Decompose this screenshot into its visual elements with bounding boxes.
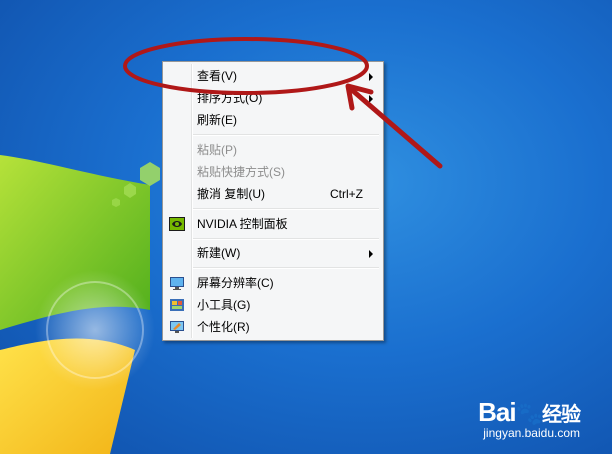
personalize-icon [170,321,184,333]
submenu-arrow-icon [369,250,373,258]
menu-item-view[interactable]: 查看(V) [165,65,381,87]
watermark-brand-text: Bai [478,397,516,427]
menu-item-label: 屏幕分辨率(C) [197,276,274,290]
menu-item-label: NVIDIA 控制面板 [197,217,288,231]
menu-item-personalize[interactable]: 个性化(R) [165,316,381,338]
monitor-icon [170,277,184,290]
menu-item-undo-copy[interactable]: 撤消 复制(U) Ctrl+Z [165,183,381,205]
submenu-arrow-icon [369,73,373,81]
menu-item-paste-shortcut[interactable]: 粘贴快捷方式(S) [165,161,381,183]
menu-item-screen-resolution[interactable]: 屏幕分辨率(C) [165,272,381,294]
desktop-background[interactable]: 查看(V) 排序方式(O) 刷新(E) 粘贴(P) 粘贴快捷方式(S) 撤消 复… [0,0,612,454]
watermark-brand: Bai🐾经验 [478,397,581,428]
submenu-arrow-icon [369,95,373,103]
menu-item-gadgets[interactable]: 小工具(G) [165,294,381,316]
menu-item-label: 排序方式(O) [197,91,263,105]
menu-item-label: 查看(V) [197,69,237,83]
menu-item-label: 撤消 复制(U) [197,187,265,201]
menu-item-label: 个性化(R) [197,320,250,334]
menu-item-label: 新建(W) [197,246,241,260]
desktop-context-menu: 查看(V) 排序方式(O) 刷新(E) 粘贴(P) 粘贴快捷方式(S) 撤消 复… [162,61,384,341]
paw-icon: 🐾 [515,401,543,426]
menu-separator [193,267,379,269]
baidu-jingyan-watermark: Bai🐾经验 jingyan.baidu.com [478,397,581,440]
menu-item-paste[interactable]: 粘贴(P) [165,139,381,161]
watermark-brand-suffix: 经验 [542,404,581,426]
menu-separator [193,208,379,210]
watermark-url: jingyan.baidu.com [483,426,580,440]
menu-item-new[interactable]: 新建(W) [165,242,381,264]
menu-item-label: 粘贴(P) [197,143,237,157]
menu-item-shortcut: Ctrl+Z [330,187,363,201]
menu-separator [193,238,379,240]
gadgets-icon [170,299,184,311]
menu-item-refresh[interactable]: 刷新(E) [165,109,381,131]
nvidia-icon [169,217,185,231]
menu-item-nvidia-control-panel[interactable]: NVIDIA 控制面板 [165,213,381,235]
menu-item-label: 刷新(E) [197,113,237,127]
menu-item-label: 小工具(G) [197,298,251,312]
menu-item-sort-by[interactable]: 排序方式(O) [165,87,381,109]
menu-item-label: 粘贴快捷方式(S) [197,165,285,179]
menu-separator [193,134,379,136]
